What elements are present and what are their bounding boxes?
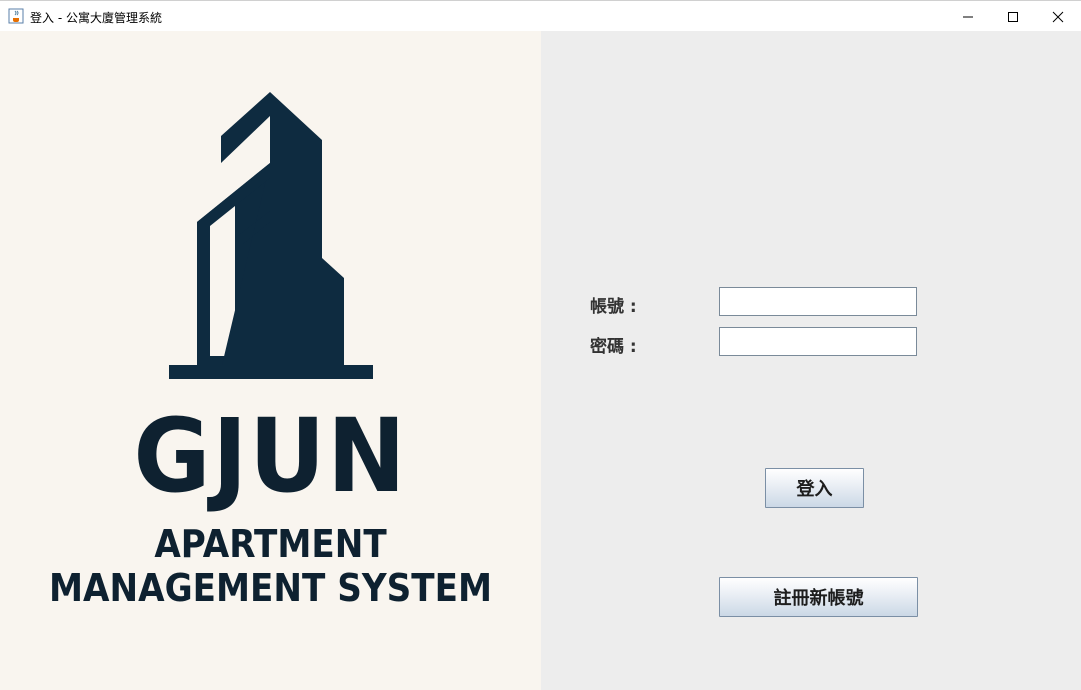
- login-button[interactable]: 登入: [765, 468, 864, 508]
- maximize-button[interactable]: [990, 1, 1036, 32]
- close-icon: [1052, 11, 1064, 22]
- brand-tagline-line2: MANAGEMENT SYSTEM: [48, 566, 493, 610]
- minimize-icon: [963, 16, 973, 17]
- password-field[interactable]: [719, 327, 917, 356]
- password-label: 密碼 :: [590, 337, 637, 357]
- register-button[interactable]: 註冊新帳號: [719, 577, 918, 617]
- account-label: 帳號 :: [590, 297, 637, 317]
- window-title: 登入 - 公寓大廈管理系統: [30, 11, 162, 25]
- close-button[interactable]: [1035, 1, 1081, 32]
- brand-tagline-line1: APARTMENT: [154, 522, 387, 566]
- java-cup-icon: [8, 8, 24, 24]
- brand-name: GJUN: [133, 397, 408, 516]
- minimize-button[interactable]: [945, 1, 991, 32]
- building-icon: [169, 92, 373, 379]
- account-field[interactable]: [719, 287, 917, 316]
- title-bar: 登入 - 公寓大廈管理系統: [0, 0, 1081, 31]
- maximize-icon: [1008, 11, 1018, 22]
